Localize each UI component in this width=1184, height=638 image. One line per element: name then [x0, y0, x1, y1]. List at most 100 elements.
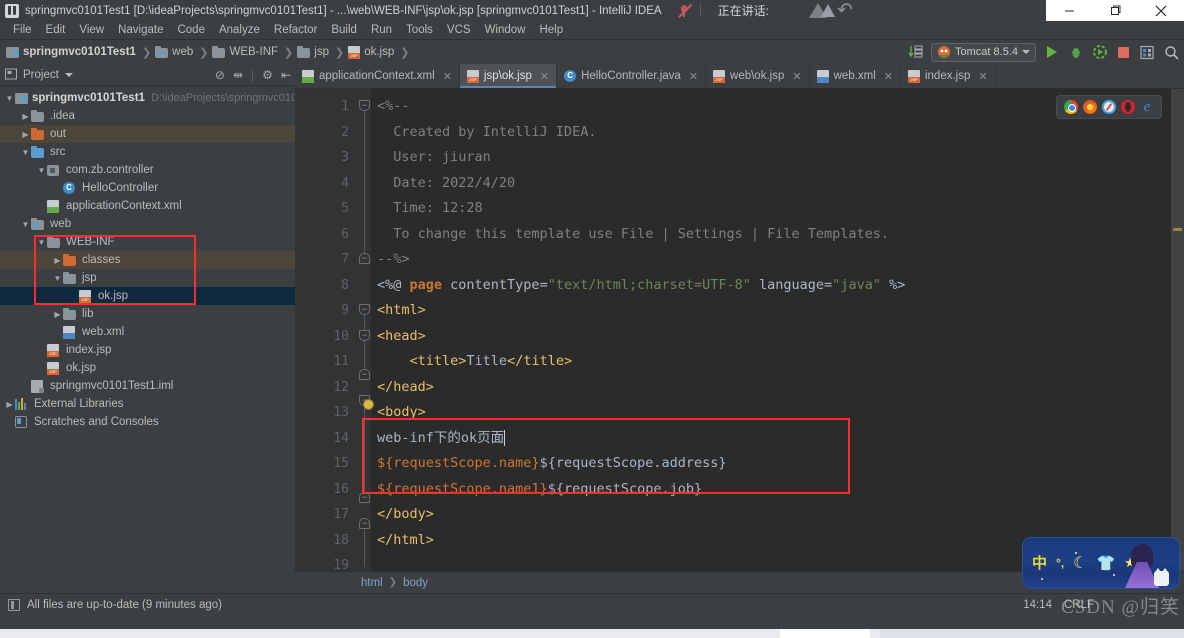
maximize-button[interactable] — [1092, 0, 1138, 21]
ie-icon[interactable]: e — [1140, 100, 1154, 115]
menu-window[interactable]: Window — [478, 21, 533, 40]
tree-item-jsp[interactable]: ▼ jsp — [0, 269, 295, 287]
editor-tab-hellocontroller-java[interactable]: C HelloController.java ✕ — [557, 64, 707, 88]
opera-icon[interactable] — [1121, 100, 1135, 114]
tree-item-web[interactable]: ▼ web — [0, 215, 295, 233]
expand-arrow-right-icon[interactable]: ▶ — [20, 112, 31, 121]
code-line[interactable]: </body> — [371, 502, 1184, 528]
tree-item-scratches-and-consoles[interactable]: Scratches and Consoles — [0, 413, 295, 431]
expand-arrow-right-icon[interactable]: ▶ — [52, 310, 63, 319]
editor-tab-web-xml[interactable]: web.xml ✕ — [810, 64, 901, 88]
chevron-down-icon[interactable] — [64, 72, 73, 77]
expand-arrow-right-icon[interactable]: ▶ — [52, 256, 63, 265]
microphone-muted-icon[interactable] — [676, 3, 692, 19]
fold-marker[interactable]: − — [359, 369, 370, 380]
editor-tab-web-ok-jsp[interactable]: web\ok.jsp ✕ — [706, 64, 810, 88]
navbar-crumb-web[interactable]: web — [155, 45, 193, 58]
expand-arrow-down-icon[interactable]: ▼ — [52, 274, 63, 283]
code-content[interactable]: <%-- Created by IntelliJ IDEA. User: jiu… — [371, 89, 1184, 571]
ime-punctuation-button[interactable]: °, — [1056, 557, 1064, 569]
menu-view[interactable]: View — [72, 21, 111, 40]
navbar-crumb-file[interactable]: ok.jsp — [348, 45, 394, 59]
menu-vcs[interactable]: VCS — [440, 21, 478, 40]
fold-marker[interactable]: − — [359, 330, 370, 341]
tree-item-classes[interactable]: ▶ classes — [0, 251, 295, 269]
tree-item-applicationcontext-xml[interactable]: applicationContext.xml — [0, 197, 295, 215]
ime-language-button[interactable]: 中 — [1032, 556, 1047, 571]
menu-edit[interactable]: Edit — [39, 21, 73, 40]
fold-marker[interactable]: − — [359, 253, 370, 264]
tree-item-lib[interactable]: ▶ lib — [0, 305, 295, 323]
fold-marker[interactable]: − — [359, 100, 370, 111]
navbar-crumb-project[interactable]: springmvc0101Test1 — [6, 46, 136, 58]
tree-item-src[interactable]: ▼ src — [0, 143, 295, 161]
fold-marker[interactable]: − — [359, 304, 370, 315]
close-tab-icon[interactable]: ✕ — [689, 70, 698, 83]
code-line[interactable]: <%@ page contentType="text/html;charset=… — [371, 273, 1184, 299]
expand-arrow-right-icon[interactable]: ▶ — [4, 400, 15, 409]
tree-item-hellocontroller[interactable]: C HelloController — [0, 179, 295, 197]
tree-item--idea[interactable]: ▶ .idea — [0, 107, 295, 125]
close-button[interactable] — [1138, 0, 1184, 21]
close-tab-icon[interactable]: ✕ — [443, 70, 452, 83]
editor-tab-index-jsp[interactable]: index.jsp ✕ — [901, 64, 996, 88]
editor-tab-applicationcontext-xml[interactable]: applicationContext.xml ✕ — [295, 64, 460, 88]
expand-arrow-down-icon[interactable]: ▼ — [36, 238, 47, 247]
code-line[interactable]: --%> — [371, 247, 1184, 273]
expand-arrow-down-icon[interactable]: ▼ — [20, 148, 31, 157]
expand-arrow-down-icon[interactable]: ▼ — [20, 220, 31, 229]
minimize-button[interactable] — [1046, 0, 1092, 21]
menu-tools[interactable]: Tools — [399, 21, 440, 40]
breadcrumb-body[interactable]: body — [403, 577, 428, 589]
menu-build[interactable]: Build — [324, 21, 364, 40]
code-line[interactable]: </head> — [371, 375, 1184, 401]
expand-arrow-down-icon[interactable]: ▼ — [4, 94, 15, 103]
moon-icon[interactable]: ☾ — [1073, 553, 1087, 573]
hide-panel-icon[interactable]: ⇤ — [281, 69, 291, 81]
firefox-icon[interactable] — [1083, 100, 1097, 114]
collapse-target-icon[interactable]: ⊘ — [215, 69, 225, 81]
collapse-all-icon[interactable]: ⇹ — [233, 69, 243, 81]
menu-analyze[interactable]: Analyze — [212, 21, 267, 40]
tree-item-springmvc0101test1[interactable]: ▼ springmvc0101Test1 D:\ideaProjects\sprin… — [0, 89, 295, 107]
navbar-crumb-jsp[interactable]: jsp — [297, 45, 329, 58]
tree-item-ok-jsp[interactable]: ok.jsp — [0, 359, 295, 377]
code-line[interactable]: web-inf下的ok页面 — [371, 426, 1184, 452]
menu-file[interactable]: File — [6, 21, 39, 40]
code-line[interactable]: Created by IntelliJ IDEA. — [371, 120, 1184, 146]
code-line[interactable]: Date: 2022/4/20 — [371, 171, 1184, 197]
chrome-icon[interactable] — [1064, 100, 1078, 114]
code-line[interactable]: Time: 12:28 — [371, 196, 1184, 222]
debug-button[interactable] — [1067, 44, 1084, 61]
menu-help[interactable]: Help — [532, 21, 570, 40]
gear-icon[interactable]: ⚙ — [262, 69, 273, 81]
stop-button[interactable] — [1115, 44, 1132, 61]
editor-tab-jsp-ok-jsp[interactable]: jsp\ok.jsp ✕ — [459, 64, 558, 88]
tree-item-ok-jsp[interactable]: ok.jsp — [0, 287, 295, 305]
navbar-crumb-webinf[interactable]: WEB-INF — [212, 45, 278, 58]
menu-run[interactable]: Run — [364, 21, 399, 40]
status-line-separator[interactable]: CRLF — [1064, 599, 1094, 611]
undo-arrow-icon[interactable]: ↶ — [837, 1, 853, 20]
tree-item-external-libraries[interactable]: ▶ External Libraries — [0, 395, 295, 413]
code-line[interactable]: ${requestScope.name1}${requestScope.job} — [371, 477, 1184, 503]
code-line[interactable]: User: jiuran — [371, 145, 1184, 171]
close-tab-icon[interactable]: ✕ — [978, 70, 987, 83]
tree-item-web-inf[interactable]: ▼ WEB-INF — [0, 233, 295, 251]
code-line[interactable]: <title>Title</title> — [371, 349, 1184, 375]
tree-item-index-jsp[interactable]: index.jsp — [0, 341, 295, 359]
shirt-icon[interactable]: 👕 — [1097, 554, 1116, 572]
close-tab-icon[interactable]: ✕ — [792, 70, 801, 83]
close-tab-icon[interactable]: ✕ — [884, 70, 893, 83]
tree-item-com-zb-controller[interactable]: ▼ com.zb.controller — [0, 161, 295, 179]
menu-code[interactable]: Code — [170, 21, 212, 40]
tree-item-springmvc0101test1-iml[interactable]: springmvc0101Test1.iml — [0, 377, 295, 395]
code-line[interactable]: To change this template use File | Setti… — [371, 222, 1184, 248]
expand-arrow-down-icon[interactable]: ▼ — [36, 166, 47, 175]
menu-refactor[interactable]: Refactor — [267, 21, 324, 40]
close-tab-icon[interactable]: ✕ — [540, 70, 549, 83]
code-line[interactable]: <body> — [371, 400, 1184, 426]
fold-marker[interactable]: − — [359, 492, 370, 503]
run-with-coverage-button[interactable] — [1091, 44, 1108, 61]
code-line[interactable]: ${requestScope.name}${requestScope.addre… — [371, 451, 1184, 477]
